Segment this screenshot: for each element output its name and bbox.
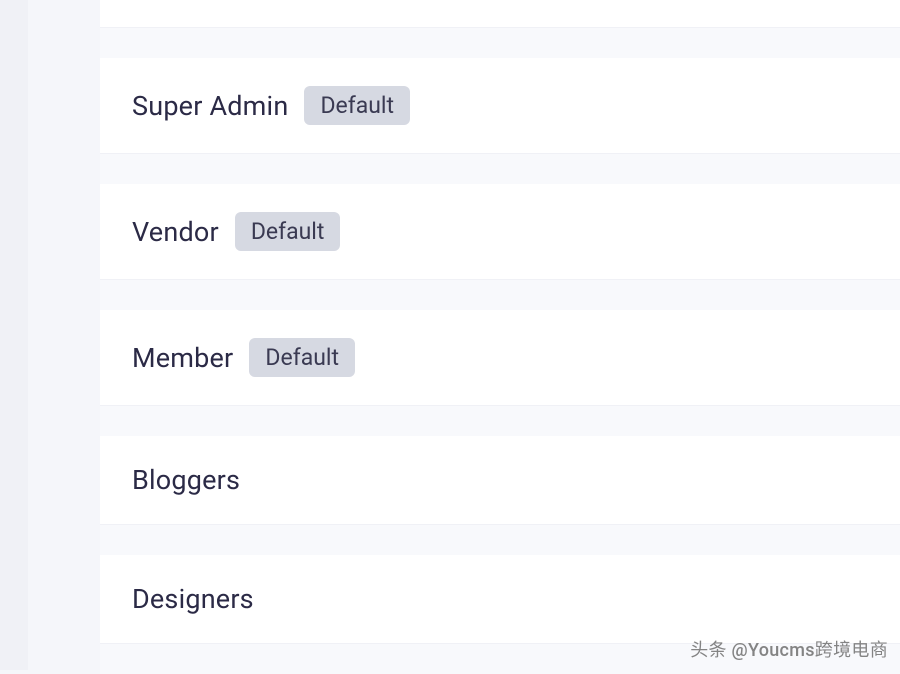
default-badge: Default — [235, 212, 341, 251]
default-badge: Default — [304, 86, 410, 125]
row-divider — [100, 154, 900, 184]
role-name-label: Bloggers — [132, 464, 240, 496]
row-divider — [100, 280, 900, 310]
role-row[interactable]: Member Default — [100, 310, 900, 406]
left-sidebar-strip — [0, 0, 28, 670]
watermark-text: 头条 @Youcms跨境电商 — [690, 636, 888, 662]
default-badge: Default — [249, 338, 355, 377]
role-row[interactable]: Vendor Default — [100, 184, 900, 280]
role-name-label: Vendor — [132, 216, 219, 248]
row-divider — [100, 406, 900, 436]
role-name-label: Member — [132, 342, 233, 374]
role-row[interactable]: Designers — [100, 555, 900, 644]
row-divider — [100, 525, 900, 555]
roles-list: Super Admin Default Vendor Default Membe… — [100, 0, 900, 674]
role-name-label: Designers — [132, 583, 254, 615]
role-row[interactable]: Bloggers — [100, 436, 900, 525]
role-row[interactable] — [100, 0, 900, 28]
role-row[interactable]: Super Admin Default — [100, 58, 900, 154]
row-divider — [100, 28, 900, 58]
role-name-label: Super Admin — [132, 90, 288, 122]
